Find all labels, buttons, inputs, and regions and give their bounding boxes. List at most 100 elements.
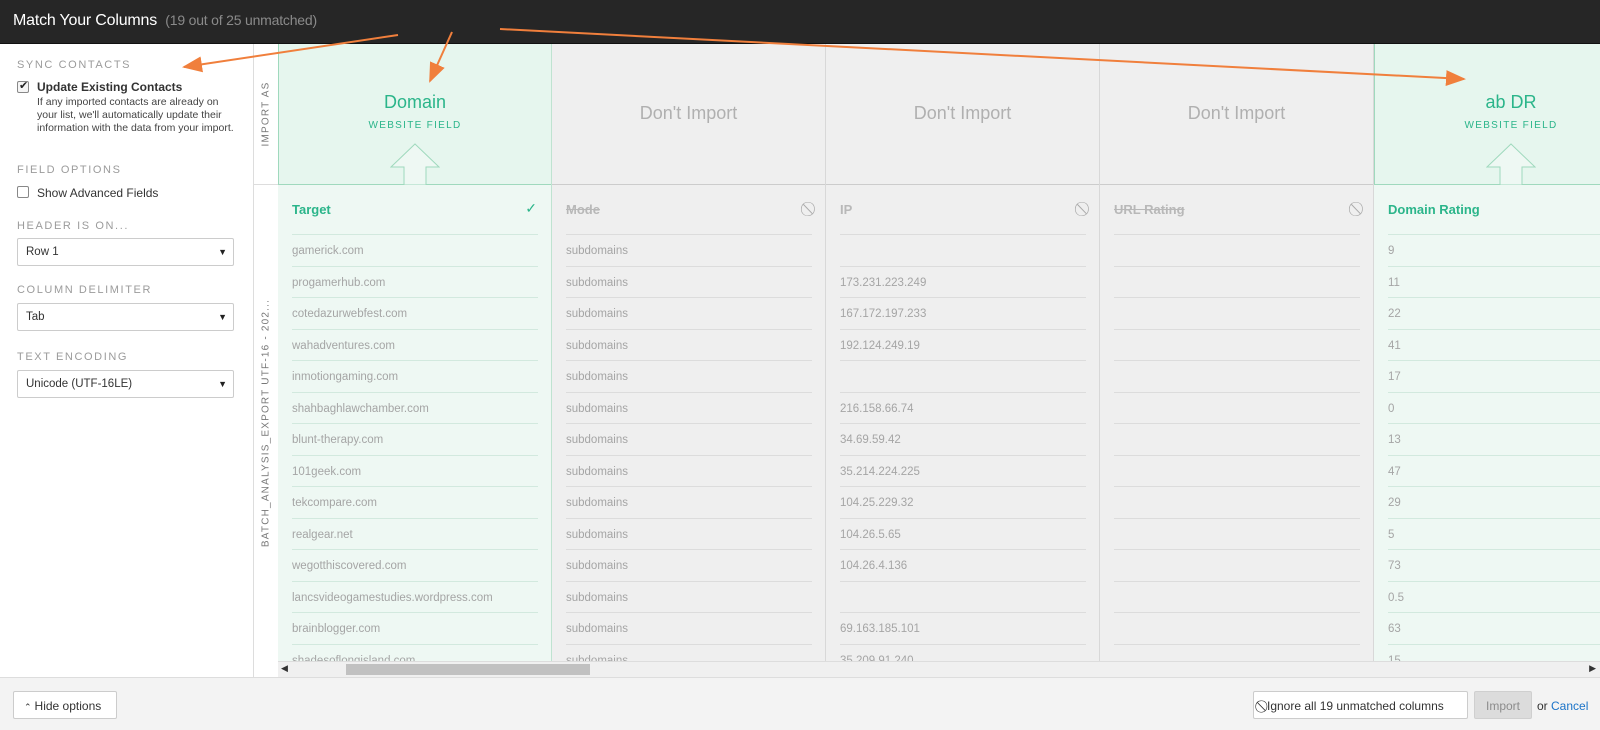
table-cell: 104.25.229.32 (840, 486, 1086, 517)
table-cell: 41 (1388, 328, 1600, 360)
import-as-field-name[interactable]: ab DR (1375, 92, 1600, 113)
table-cell: 13 (1388, 423, 1600, 454)
table-cell: realgear.net (292, 517, 538, 549)
column-delimiter-select[interactable]: Tab ▼ (17, 303, 234, 331)
scroll-left-icon[interactable]: ◀ (281, 663, 288, 674)
sync-contacts-heading: SYNC CONTACTS (17, 59, 132, 71)
table-cell (840, 360, 1086, 391)
table-cell: 9 (1388, 234, 1600, 265)
table-cell (1114, 423, 1360, 454)
table-cell: 73 (1388, 549, 1600, 580)
table-cell: 35.214.224.225 (840, 454, 1086, 486)
table-cell: 216.158.66.74 (840, 391, 1086, 423)
update-existing-help: If any imported contacts are already on … (37, 96, 234, 134)
table-cell (1114, 486, 1360, 517)
import-as-target[interactable]: ab DR WEBSITE FIELD (1374, 44, 1600, 185)
import-as-target[interactable]: Don't Import (552, 44, 825, 185)
chevron-down-icon: ▼ (218, 312, 227, 322)
table-cell: 47 (1388, 454, 1600, 486)
import-as-field-name[interactable]: Domain (279, 92, 551, 113)
table-cell: 104.26.5.65 (840, 517, 1086, 549)
table-cell: shahbaghlawchamber.com (292, 391, 538, 423)
table-cell (1114, 391, 1360, 423)
show-advanced-label[interactable]: Show Advanced Fields (37, 186, 158, 200)
field-options-heading: FIELD OPTIONS (17, 164, 122, 176)
table-cell: 34.69.59.42 (840, 423, 1086, 454)
hide-options-button[interactable]: ⌃ Hide options (13, 691, 117, 719)
column-mapping-grid: IMPORT AS BATCH_ANALYSIS_EXPORT UTF-16 -… (254, 44, 1600, 661)
text-encoding-heading: TEXT ENCODING (17, 351, 129, 363)
column-delimiter-heading: COLUMN DELIMITER (17, 284, 152, 296)
import-as-field-name[interactable]: Don't Import (826, 103, 1099, 124)
table-cell: gamerick.com (292, 234, 538, 265)
import-as-target[interactable]: Don't Import (1100, 44, 1373, 185)
scrollbar-thumb[interactable] (346, 664, 590, 675)
mapping-column[interactable]: Domain WEBSITE FIELD Target ✓ gamerick.com pr… (278, 44, 552, 661)
chevron-down-icon: ▼ (218, 247, 227, 257)
cancel-link[interactable]: Cancel (1551, 699, 1588, 713)
table-cell: wahadventures.com (292, 328, 538, 360)
table-cell: 11 (1388, 265, 1600, 297)
table-cell: 104.26.4.136 (840, 549, 1086, 580)
table-cell (1114, 265, 1360, 297)
import-as-field-name[interactable]: Don't Import (552, 103, 825, 124)
field-type-label: WEBSITE FIELD (1464, 120, 1558, 131)
import-as-field-name[interactable]: Don't Import (1100, 103, 1373, 124)
check-icon[interactable]: ✓ (525, 200, 537, 217)
table-cell (1114, 580, 1360, 612)
import-as-target[interactable]: Don't Import (826, 44, 1099, 185)
table-cell (1114, 360, 1360, 391)
table-cell (1114, 454, 1360, 486)
table-cell: subdomains (566, 549, 812, 580)
column-delimiter-value: Tab (26, 311, 45, 323)
table-cell (1114, 328, 1360, 360)
text-encoding-select[interactable]: Unicode (UTF-16LE) ▼ (17, 370, 234, 398)
table-cell: 5 (1388, 517, 1600, 549)
mapping-column[interactable]: Don't ImportURL Rating⃠ (1100, 44, 1374, 661)
table-cell: tekcompare.com (292, 486, 538, 517)
table-cell: subdomains (566, 265, 812, 297)
table-cell: subdomains (566, 612, 812, 643)
chevron-down-icon: ▼ (218, 379, 227, 389)
table-cell: subdomains (566, 486, 812, 517)
table-cell (840, 234, 1086, 265)
table-cell: 35.209.91.240 (840, 643, 1086, 661)
mapping-column[interactable]: Don't ImportMode⃠subdomainssubdomainssub… (552, 44, 826, 661)
table-cell (1114, 234, 1360, 265)
table-cell: shadesoflongisland.com (292, 643, 538, 661)
update-existing-checkbox[interactable] (17, 79, 29, 93)
table-cell: 0.5 (1388, 580, 1600, 612)
import-button[interactable]: Import (1474, 691, 1532, 719)
horizontal-scrollbar[interactable]: ◀ ▶ (278, 661, 1600, 677)
show-advanced-checkbox[interactable] (17, 186, 29, 198)
table-cell: subdomains (566, 643, 812, 661)
table-cell (1114, 612, 1360, 643)
import-as-text: IMPORT AS (260, 81, 272, 147)
text-encoding-value: Unicode (UTF-16LE) (26, 378, 133, 390)
table-cell: brainblogger.com (292, 612, 538, 643)
table-cell: 17 (1388, 360, 1600, 391)
update-existing-label[interactable]: Update Existing Contacts (37, 80, 182, 94)
scroll-right-icon[interactable]: ▶ (1589, 663, 1596, 674)
header-row-select[interactable]: Row 1 ▼ (17, 238, 234, 266)
up-arrow-icon (1486, 143, 1536, 185)
table-cell: blunt-therapy.com (292, 423, 538, 454)
ignore-unmatched-button[interactable]: ⃠Ignore all 19 unmatched columns (1253, 691, 1468, 719)
table-cell: 167.172.197.233 (840, 297, 1086, 328)
table-cell: 63 (1388, 612, 1600, 643)
table-cell: subdomains (566, 580, 812, 612)
mapping-column[interactable]: Don't ImportIP⃠173.231.223.249167.172.19… (826, 44, 1100, 661)
options-sidebar: SYNC CONTACTS Update Existing Contacts I… (0, 44, 254, 677)
file-name-text: BATCH_ANALYSIS_EXPORT UTF-16 - 202... (260, 298, 272, 548)
import-as-target[interactable]: Domain WEBSITE FIELD (278, 44, 551, 185)
mapping-column[interactable]: ab DR WEBSITE FIELD Domain Rating 9 11 22 41 17… (1374, 44, 1600, 661)
table-cell (1114, 549, 1360, 580)
table-cell (1114, 517, 1360, 549)
source-column-name: URL Rating (1114, 202, 1185, 217)
table-cell: subdomains (566, 517, 812, 549)
table-cell: subdomains (566, 391, 812, 423)
title-bar: Match Your Columns (19 out of 25 unmatch… (0, 0, 1600, 44)
table-cell: inmotiongaming.com (292, 360, 538, 391)
ignore-unmatched-label: Ignore all 19 unmatched columns (1267, 699, 1444, 713)
file-name-label: BATCH_ANALYSIS_EXPORT UTF-16 - 202... (254, 185, 278, 661)
